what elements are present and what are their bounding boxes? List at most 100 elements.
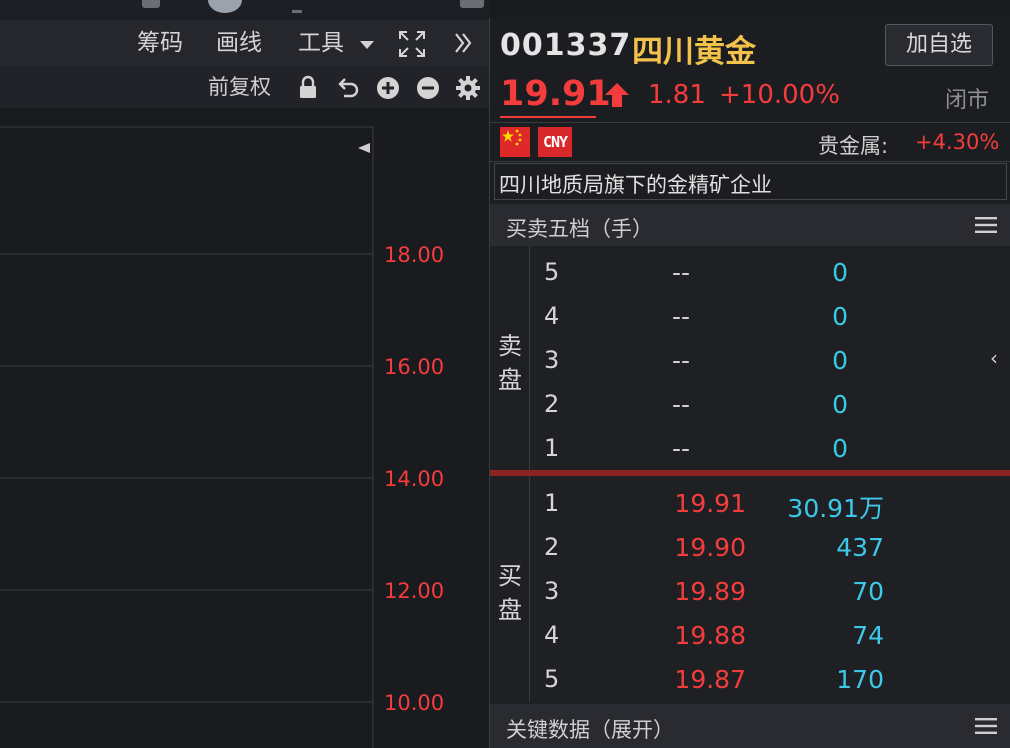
y-tick-label: 18.00 — [384, 243, 444, 267]
company-description-box: 四川地质局旗下的金精矿企业 — [494, 163, 1007, 200]
bid-level: 5 — [544, 665, 560, 693]
market-status: 闭市 — [945, 88, 990, 113]
bid-row-1[interactable]: 1 19.91 30.91万 — [530, 481, 990, 525]
ask-volume: 0 — [832, 346, 848, 375]
sell-label-char-2: 盘 — [498, 366, 522, 394]
ask-level: 1 — [544, 434, 560, 462]
bid-price: 19.88 — [674, 621, 746, 650]
gear-icon[interactable] — [455, 75, 481, 101]
bid-level: 4 — [544, 621, 560, 649]
bid-level: 3 — [544, 577, 560, 605]
ask-price: -- — [671, 346, 691, 375]
ask-volume: 0 — [832, 258, 848, 287]
chips-button[interactable]: 筹码 — [137, 32, 183, 55]
ask-row-4[interactable]: 4 -- 0 — [530, 294, 990, 338]
chart-toolbar: 筹码 画线 工具 — [0, 20, 489, 66]
sell-label-char-1: 卖 — [498, 332, 522, 360]
ask-price: -- — [671, 302, 691, 331]
bid-row-3[interactable]: 3 19.89 70 — [530, 569, 990, 613]
ask-bid-divider — [490, 470, 1010, 476]
bid-volume: 170 — [836, 665, 884, 694]
ask-price: -- — [671, 434, 691, 463]
ask-row-5[interactable]: 5 -- 0 — [530, 250, 990, 294]
bid-volume: 74 — [852, 621, 884, 650]
price-change-pct: +10.00% — [719, 80, 840, 110]
ask-level: 3 — [544, 346, 560, 374]
bid-volume: 70 — [852, 577, 884, 606]
currency-badge: CNY — [538, 127, 572, 157]
fullscreen-icon[interactable] — [397, 29, 427, 59]
chevron-left-icon[interactable]: ‹ — [990, 346, 998, 370]
avatar[interactable] — [208, 0, 242, 13]
chart-subtoolbar: 前复权 — [0, 66, 489, 108]
window-icon[interactable] — [460, 0, 484, 8]
company-description: 四川地质局旗下的金精矿企业 — [499, 173, 772, 197]
bid-level: 2 — [544, 533, 560, 561]
ask-price: -- — [671, 258, 691, 287]
ask-price: -- — [671, 390, 691, 419]
minimize-icon[interactable] — [292, 10, 302, 13]
buy-label-char-2: 盘 — [498, 596, 522, 624]
sector-change[interactable]: +4.30% — [915, 130, 999, 154]
chart-pane: 筹码 画线 工具 前复权 18.00 16.00 14.00 12.00 10.… — [0, 0, 489, 748]
header-divider-2 — [490, 161, 1010, 162]
sector-label[interactable]: 贵金属: — [818, 130, 888, 160]
header-divider — [490, 122, 1010, 123]
lock-icon[interactable] — [296, 75, 320, 101]
bid-level: 1 — [544, 489, 560, 517]
tools-button[interactable]: 工具 — [298, 32, 344, 55]
price-underline — [500, 116, 596, 118]
menu-icon[interactable] — [975, 216, 997, 234]
key-data-title: 关键数据（展开） — [506, 718, 674, 742]
top-icon-strip — [0, 0, 489, 20]
stock-app-window: 筹码 画线 工具 前复权 18.00 16.00 14.00 12.00 10.… — [0, 0, 1010, 748]
bid-price: 19.90 — [674, 533, 746, 562]
stock-code: 001337 — [500, 28, 632, 63]
stock-name: 四川黄金 — [632, 34, 756, 70]
quote-panel: 001337 四川黄金 加自选 19.91 1.81 +10.00% 闭市 CN… — [489, 18, 1010, 748]
menu-icon[interactable] — [975, 717, 997, 735]
bid-volume: 437 — [836, 533, 884, 562]
china-flag-icon — [500, 127, 530, 157]
ask-level: 5 — [544, 258, 560, 286]
bid-price: 19.87 — [674, 665, 746, 694]
order-book-title: 买卖五档（手） — [506, 217, 653, 241]
ask-volume: 0 — [832, 390, 848, 419]
ask-volume: 0 — [832, 302, 848, 331]
key-data-header[interactable]: 关键数据（展开） — [490, 704, 1010, 748]
undo-icon[interactable] — [335, 75, 361, 101]
last-price: 19.91 — [500, 74, 611, 114]
restore-rights-button[interactable]: 前复权 — [208, 77, 271, 98]
chevron-double-right-icon[interactable] — [451, 30, 475, 56]
bid-row-4[interactable]: 4 19.88 74 — [530, 613, 990, 657]
arrow-up-icon — [604, 82, 630, 108]
y-tick-label: 16.00 — [384, 355, 444, 379]
ask-row-2[interactable]: 2 -- 0 — [530, 382, 990, 426]
add-watchlist-button[interactable]: 加自选 — [885, 24, 993, 66]
bid-price: 19.91 — [674, 489, 746, 518]
ask-level: 4 — [544, 302, 560, 330]
zoom-in-icon[interactable] — [375, 75, 401, 101]
drawing-button[interactable]: 画线 — [216, 32, 262, 55]
y-tick-label: 12.00 — [384, 579, 444, 603]
bid-volume: 30.91万 — [787, 494, 884, 523]
y-tick-label: 10.00 — [384, 691, 444, 715]
bid-row-5[interactable]: 5 19.87 170 — [530, 657, 990, 701]
buy-label-char-1: 买 — [498, 562, 522, 590]
bid-row-2[interactable]: 2 19.90 437 — [530, 525, 990, 569]
buy-side-label: 买 盘 — [490, 476, 530, 702]
ask-volume: 0 — [832, 434, 848, 463]
price-chart[interactable]: 18.00 16.00 14.00 12.00 10.00 — [0, 108, 489, 748]
ask-level: 2 — [544, 390, 560, 418]
bid-price: 19.89 — [674, 577, 746, 606]
ask-row-3[interactable]: 3 -- 0 — [530, 338, 990, 382]
ask-row-1[interactable]: 1 -- 0 — [530, 426, 990, 470]
quote-header: 001337 四川黄金 加自选 19.91 1.81 +10.00% 闭市 CN… — [490, 18, 1010, 202]
y-tick-label: 14.00 — [384, 467, 444, 491]
search-icon[interactable] — [142, 0, 160, 8]
sell-side-label: 卖 盘 — [490, 246, 530, 470]
tools-dropdown-icon[interactable] — [357, 38, 377, 52]
order-book-header[interactable]: 买卖五档（手） — [490, 204, 1010, 246]
price-change: 1.81 — [648, 80, 706, 110]
zoom-out-icon[interactable] — [415, 75, 441, 101]
